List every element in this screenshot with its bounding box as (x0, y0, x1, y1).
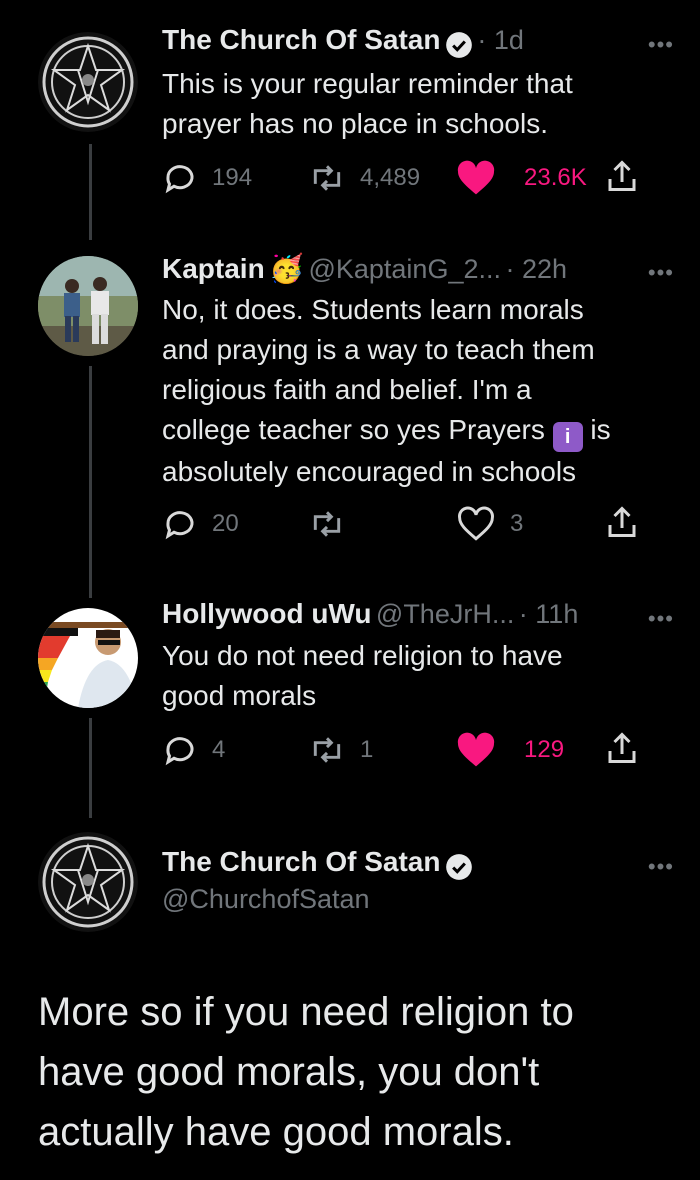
tweet-line: and praying is a way to teach them (162, 334, 595, 365)
tweet-line-text: is (590, 414, 611, 445)
tweet-line: You do not need religion to have (162, 640, 563, 671)
author-name[interactable]: The Church Of Satan (162, 846, 440, 877)
tweet-line: prayer has no place in schools. (162, 108, 548, 139)
share-button[interactable] (606, 158, 638, 194)
party-face-icon: 🥳 (269, 253, 305, 284)
share-icon (608, 506, 636, 537)
tweet-line: This is your regular reminder that (162, 68, 573, 99)
retweet-button[interactable]: 4,489 (308, 160, 420, 196)
tweet-text: You do not need religion to have good mo… (162, 636, 662, 716)
tweet-line: absolutely encouraged in schools (162, 456, 577, 487)
share-button[interactable] (606, 504, 638, 540)
retweet-count: 1 (360, 736, 374, 763)
tweet-line: actually have good morals. (38, 1110, 514, 1154)
thread-line (89, 718, 92, 818)
author-handle[interactable]: @TheJrH... (376, 599, 514, 629)
thread-line (89, 144, 92, 240)
share-icon (608, 732, 636, 763)
reply-icon (165, 737, 194, 766)
reply-button[interactable]: 194 (162, 160, 252, 196)
reply-button[interactable]: 4 (162, 732, 225, 768)
like-button[interactable]: 3 (456, 506, 523, 542)
tweet-header: Hollywood uWu @TheJrH... · 11h (162, 598, 578, 630)
like-count: 23.6K (524, 164, 587, 191)
like-count: 129 (524, 736, 565, 763)
more-options-icon[interactable]: ••• (648, 32, 674, 58)
retweet-icon (313, 511, 341, 537)
heart-filled-icon (457, 732, 495, 767)
thread-line (89, 366, 92, 598)
reply-icon (165, 511, 194, 540)
like-button[interactable]: 129 (456, 732, 564, 768)
more-options-icon[interactable]: ••• (648, 260, 674, 286)
retweet-icon (313, 737, 341, 763)
author-handle[interactable]: @ChurchofSatan (162, 884, 370, 915)
main-tweet-text: More so if you need religion to have goo… (38, 982, 678, 1162)
more-options-icon[interactable]: ••• (648, 606, 674, 632)
avatar[interactable] (38, 832, 138, 932)
retweet-count: 4,489 (360, 164, 421, 191)
like-button[interactable]: 23.6K (456, 160, 587, 196)
reply-button[interactable]: 20 (162, 506, 239, 542)
avatar[interactable] (38, 256, 138, 356)
retweet-button[interactable]: 1 (308, 732, 373, 768)
share-button[interactable] (606, 730, 638, 766)
tweet-line: college teacher so yes Prayers i is (162, 410, 682, 452)
sigil-icon (38, 832, 138, 932)
timestamp[interactable]: · 22h (505, 254, 567, 284)
avatar-photo (38, 608, 138, 708)
share-icon (608, 160, 636, 191)
tweet-header: The Church Of Satan · 1d (162, 24, 524, 59)
tweet-line: No, it does. Students learn morals (162, 294, 584, 325)
more-options-icon[interactable]: ••• (648, 854, 674, 880)
sigil-icon (38, 32, 138, 132)
tweet-line: good morals (162, 680, 317, 711)
tweet-line: More so if you need religion to (38, 990, 574, 1034)
heart-filled-icon (457, 160, 495, 195)
reply-count: 194 (212, 164, 253, 191)
heart-outline-icon (458, 506, 494, 541)
tweet-header: Kaptain 🥳 @KaptainG_2... · 22h (162, 252, 567, 285)
like-count: 3 (510, 510, 524, 537)
timestamp[interactable]: · 11h (519, 599, 579, 629)
reply-icon (165, 165, 194, 194)
tweet-text: No, it does. Students learn morals and p… (162, 290, 682, 492)
retweet-button[interactable] (308, 506, 360, 542)
author-name[interactable]: The Church Of Satan (162, 24, 440, 55)
tweet-line-text: college teacher so yes Prayers (162, 414, 545, 445)
verified-badge-icon (446, 853, 472, 880)
reply-count: 4 (212, 736, 226, 763)
retweet-icon (313, 165, 341, 191)
avatar-photo (38, 256, 138, 356)
timestamp[interactable]: · 1d (477, 25, 524, 55)
verified-badge-icon (446, 31, 472, 58)
avatar[interactable] (38, 608, 138, 708)
info-emoji-icon: i (552, 422, 583, 452)
tweet-header: The Church Of Satan (162, 846, 473, 881)
author-handle[interactable]: @KaptainG_2... (308, 254, 501, 284)
reply-count: 20 (212, 510, 239, 537)
tweet-text: This is your regular reminder that praye… (162, 64, 662, 144)
tweet-line: have good morals, you don't (38, 1050, 540, 1094)
author-name[interactable]: Kaptain (162, 253, 265, 284)
tweet-line: religious faith and belief. I'm a (162, 374, 532, 405)
author-name[interactable]: Hollywood uWu (162, 598, 371, 629)
avatar[interactable] (38, 32, 138, 132)
